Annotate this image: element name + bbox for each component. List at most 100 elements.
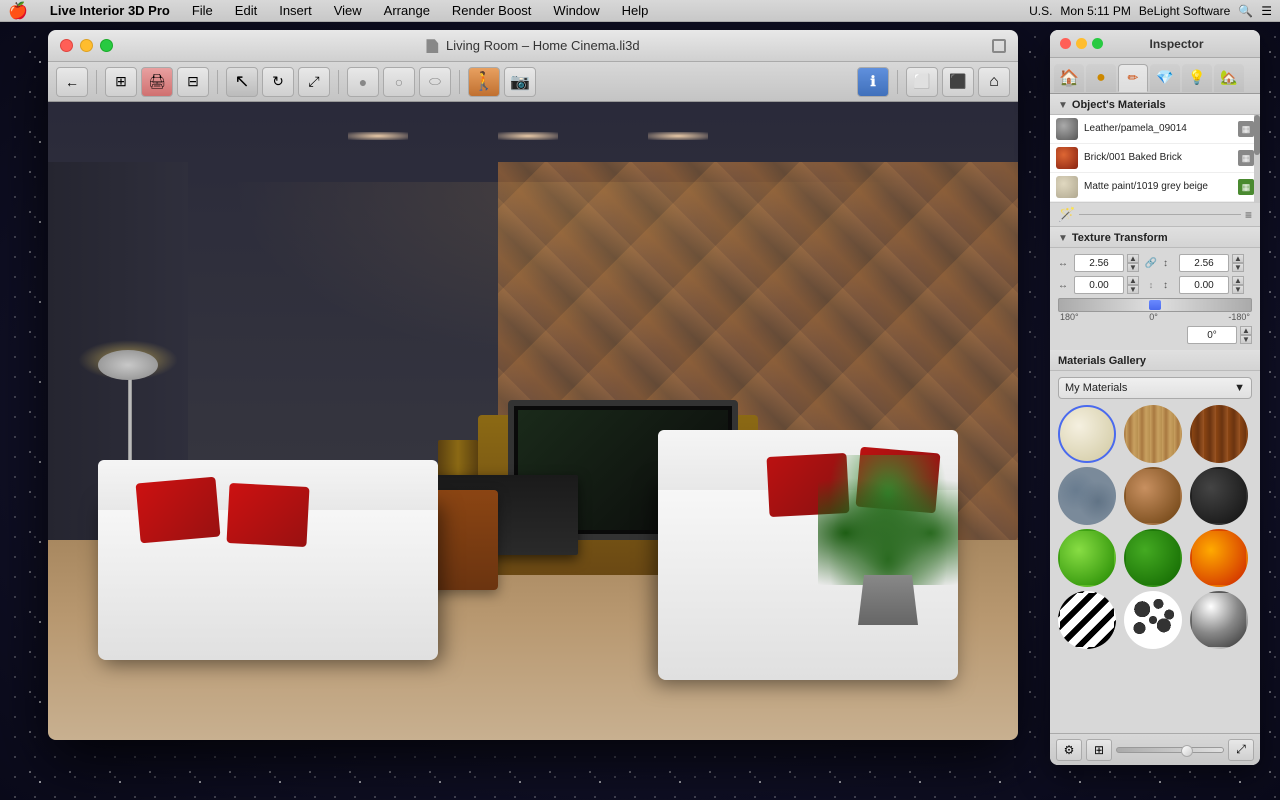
gallery-item-wood-dark[interactable]: [1190, 405, 1248, 463]
rotate-button[interactable]: ↻: [262, 67, 294, 97]
angle-up[interactable]: ▲: [1240, 326, 1252, 335]
offset-y-input[interactable]: 0.00: [1179, 276, 1229, 294]
ceiling-light-1: [348, 132, 408, 140]
walk-button[interactable]: 🚶: [468, 67, 500, 97]
view-3d-button[interactable]: ⬛: [942, 67, 974, 97]
inspector-close-button[interactable]: [1060, 38, 1071, 49]
footer-settings-button[interactable]: ⚙: [1056, 739, 1082, 761]
materials-scrollbar-thumb[interactable]: [1254, 115, 1260, 155]
inspector-body[interactable]: ▼ Object's Materials Leather/pamela_0901…: [1050, 94, 1260, 733]
angle-slider-track[interactable]: [1058, 298, 1252, 312]
angle-input-row: 0° ▲ ▼: [1058, 326, 1252, 344]
print-button[interactable]: 🖨: [141, 67, 173, 97]
material-type-icon-leather: ▦: [1238, 121, 1254, 137]
plant-container: [838, 465, 938, 625]
apple-menu[interactable]: 🍎: [8, 1, 28, 21]
material-item-brick[interactable]: Brick/001 Baked Brick ▦: [1050, 144, 1260, 173]
viewport[interactable]: [48, 102, 1018, 740]
grid-button[interactable]: ⊟: [177, 67, 209, 97]
offset-y-down[interactable]: ▼: [1232, 285, 1244, 294]
sofa-left[interactable]: [98, 500, 438, 660]
scale-y-input[interactable]: 2.56: [1179, 254, 1229, 272]
sphere-button[interactable]: ●: [347, 67, 379, 97]
wand-icon[interactable]: 🪄: [1058, 206, 1075, 223]
gallery-item-green-dark[interactable]: [1124, 529, 1182, 587]
menu-edit[interactable]: Edit: [231, 1, 261, 20]
info-button[interactable]: ℹ: [857, 67, 889, 97]
footer-fullscreen-button[interactable]: ⤢: [1228, 739, 1254, 761]
angle-slider-thumb[interactable]: [1149, 300, 1161, 310]
inspector-tab-scene[interactable]: 🏡: [1214, 64, 1244, 92]
desktop: Living Room – Home Cinema.li3d ← ⊞ 🖨 ⊟ ↖…: [0, 22, 1280, 800]
scale-x-input[interactable]: 2.56: [1074, 254, 1124, 272]
angle-mid-label: 0°: [1149, 312, 1158, 322]
scale-x-stepper: ▲ ▼: [1127, 254, 1139, 272]
inspector-tab-texture[interactable]: 💎: [1150, 64, 1180, 92]
camera-button[interactable]: 📷: [504, 67, 536, 97]
material-name-leather: Leather/pamela_09014: [1084, 123, 1232, 135]
gallery-item-dark-sphere[interactable]: [1190, 467, 1248, 525]
offset-x-up[interactable]: ▲: [1127, 276, 1139, 285]
list-options-icon[interactable]: ≡: [1245, 208, 1252, 222]
offset-x-input[interactable]: 0.00: [1074, 276, 1124, 294]
pointer-button[interactable]: ↖: [226, 67, 258, 97]
offset-y-up[interactable]: ▲: [1232, 276, 1244, 285]
menu-render[interactable]: Render Boost: [448, 1, 536, 20]
2d-floor-button[interactable]: ⊞: [105, 67, 137, 97]
inspector-minimize-button[interactable]: [1076, 38, 1087, 49]
gallery-item-zebra[interactable]: [1058, 591, 1116, 649]
offset-x-down[interactable]: ▼: [1127, 285, 1139, 294]
window-resize-button[interactable]: [992, 39, 1006, 53]
gallery-item-green-bright[interactable]: [1058, 529, 1116, 587]
menu-file[interactable]: File: [188, 1, 217, 20]
cylinder-button[interactable]: ⬭: [419, 67, 451, 97]
angle-input[interactable]: 0°: [1187, 326, 1237, 344]
material-item-leather[interactable]: Leather/pamela_09014 ▦: [1050, 115, 1260, 144]
gallery-item-cream[interactable]: [1058, 405, 1116, 463]
footer-grid-button[interactable]: ⊞: [1086, 739, 1112, 761]
gallery-dropdown[interactable]: My Materials ▼: [1058, 377, 1252, 399]
gallery-item-chrome[interactable]: [1190, 591, 1248, 649]
scale-x-down[interactable]: ▼: [1127, 263, 1139, 272]
scale-y-up[interactable]: ▲: [1232, 254, 1244, 263]
menu-arrange[interactable]: Arrange: [380, 1, 434, 20]
inspector-maximize-button[interactable]: [1092, 38, 1103, 49]
menu-icon[interactable]: ☰: [1261, 4, 1272, 18]
scale-y-down[interactable]: ▼: [1232, 263, 1244, 272]
gallery-item-wood-light[interactable]: [1124, 405, 1182, 463]
texture-scale-row: ↔ 2.56 ▲ ▼ 🔗 ↕ 2.56 ▲ ▼: [1058, 254, 1252, 272]
gallery-item-fire[interactable]: [1190, 529, 1248, 587]
view-home-button[interactable]: ⌂: [978, 67, 1010, 97]
inspector-tab-paint[interactable]: ✏: [1118, 64, 1148, 92]
material-item-paint[interactable]: Matte paint/1019 grey beige ▦: [1050, 173, 1260, 202]
menu-view[interactable]: View: [330, 1, 366, 20]
menu-insert[interactable]: Insert: [275, 1, 316, 20]
scale-link-icon[interactable]: 🔗: [1143, 255, 1159, 271]
materials-scrollbar[interactable]: [1254, 115, 1260, 202]
search-icon[interactable]: 🔍: [1238, 4, 1253, 18]
material-name-brick: Brick/001 Baked Brick: [1084, 152, 1232, 164]
menu-window[interactable]: Window: [549, 1, 603, 20]
footer-zoom-slider[interactable]: [1116, 747, 1224, 753]
gallery-item-brown-sphere[interactable]: [1124, 467, 1182, 525]
inspector-tab-light[interactable]: 💡: [1182, 64, 1212, 92]
back-button[interactable]: ←: [56, 67, 88, 97]
angle-down[interactable]: ▼: [1240, 335, 1252, 344]
app-name[interactable]: Live Interior 3D Pro: [46, 1, 174, 20]
ceiling-light-2: [498, 132, 558, 140]
gallery-item-spots[interactable]: [1124, 591, 1182, 649]
close-button[interactable]: [60, 39, 73, 52]
gallery-item-stone[interactable]: [1058, 467, 1116, 525]
maximize-button[interactable]: [100, 39, 113, 52]
dropdown-arrow-icon: ▼: [1234, 382, 1245, 394]
menu-help[interactable]: Help: [618, 1, 653, 20]
inspector-tab-home[interactable]: 🏠: [1054, 64, 1084, 92]
inspector-tab-object[interactable]: ●: [1086, 64, 1116, 92]
circle-button[interactable]: ○: [383, 67, 415, 97]
view-front-button[interactable]: ⬜: [906, 67, 938, 97]
minimize-button[interactable]: [80, 39, 93, 52]
footer-zoom-thumb[interactable]: [1181, 745, 1193, 757]
resize-button[interactable]: ⤢: [298, 67, 330, 97]
scale-x-up[interactable]: ▲: [1127, 254, 1139, 263]
document-icon: [426, 39, 438, 53]
